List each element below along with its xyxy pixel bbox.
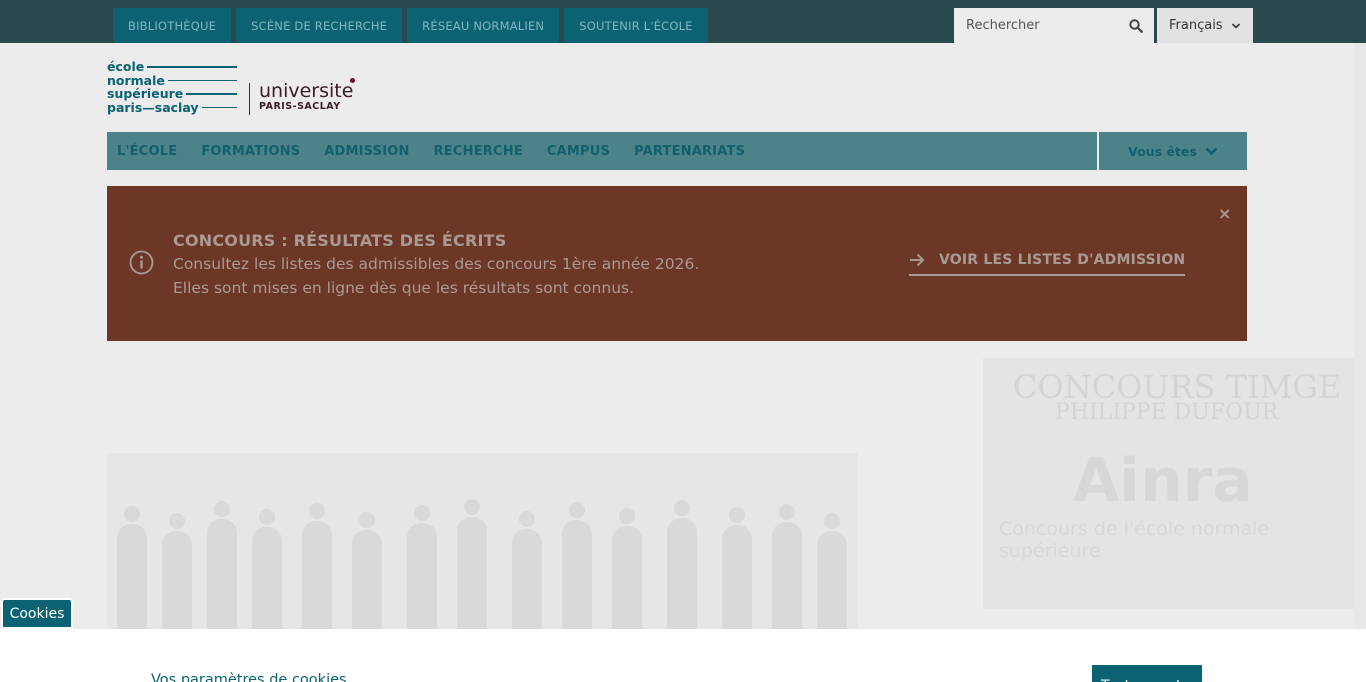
ens-logo: école normale supérieure paris—saclay bbox=[107, 60, 237, 114]
site-logo[interactable]: école normale supérieure paris—saclay un… bbox=[107, 60, 359, 118]
vous-etes-dropdown[interactable]: Vous êtes bbox=[1099, 132, 1247, 170]
promo-text: Concours de l'école normale supérieure bbox=[999, 518, 1270, 562]
photo-figure bbox=[252, 509, 282, 629]
admission-lists-label: VOIR LES LISTES D'ADMISSION bbox=[939, 252, 1186, 268]
nav-item-admission[interactable]: ADMISSION bbox=[324, 144, 409, 159]
top-bar: BIBLIOTHÈQUE SCÈNE DE RECHERCHE RÉSEAU N… bbox=[0, 0, 1366, 43]
ens-logo-line: école bbox=[107, 60, 237, 74]
photo-figure bbox=[562, 502, 592, 629]
language-selector[interactable]: Français bbox=[1157, 8, 1253, 43]
photo-figure bbox=[457, 499, 487, 629]
alert-title: CONCOURS : RÉSULTATS DES ÉCRITS bbox=[173, 231, 507, 250]
photo-figure bbox=[667, 500, 697, 629]
chevron-down-icon bbox=[1231, 22, 1240, 29]
photo-figure bbox=[772, 504, 802, 629]
hero-image bbox=[107, 453, 858, 629]
info-icon bbox=[129, 250, 154, 275]
toplink-bibliotheque[interactable]: BIBLIOTHÈQUE bbox=[113, 8, 232, 43]
alert-text-line: Elles sont mises en ligne dès que les ré… bbox=[173, 279, 635, 297]
photo-figure bbox=[117, 506, 147, 629]
photo-figure bbox=[302, 503, 332, 629]
photo-figure bbox=[352, 512, 382, 629]
cookie-settings-title: Vos paramètres de cookies bbox=[151, 672, 347, 682]
photo-figure bbox=[207, 501, 237, 629]
page-content: école normale supérieure paris—saclay un… bbox=[0, 43, 1366, 629]
search-box[interactable]: Rechercher bbox=[954, 8, 1154, 43]
concours-promo[interactable]: CONCOURS TIMGE PHILIPPE DUFOUR Ainra Con… bbox=[983, 358, 1366, 609]
nav-item-formations[interactable]: FORMATIONS bbox=[201, 144, 300, 159]
photo-figure bbox=[612, 508, 642, 629]
search-button[interactable] bbox=[1118, 8, 1154, 43]
logo-divider bbox=[249, 83, 250, 115]
nav-item-partenariats[interactable]: PARTENARIATS bbox=[634, 144, 745, 159]
page-scrollbar[interactable] bbox=[1354, 43, 1366, 629]
photo-figure bbox=[512, 511, 542, 629]
accept-all-button[interactable]: Tout accepter bbox=[1092, 665, 1202, 682]
ens-logo-line: supérieure bbox=[107, 87, 237, 101]
main-nav: L'ÉCOLE FORMATIONS ADMISSION RECHERCHE C… bbox=[107, 132, 1097, 170]
cookie-panel: Vos paramètres de cookies Tout accepter bbox=[0, 629, 1366, 682]
toplink-soutenir-ecole[interactable]: SOUTENIR L'ÉCOLE bbox=[564, 8, 708, 43]
promo-subtitle: PHILIPPE DUFOUR bbox=[1055, 400, 1279, 425]
universite-logo: universite PARIS-SACLAY bbox=[259, 78, 355, 112]
promo-brand: Ainra bbox=[1073, 446, 1253, 516]
nav-item-recherche[interactable]: RECHERCHE bbox=[434, 144, 523, 159]
ens-logo-line: paris—saclay bbox=[107, 100, 237, 115]
close-icon[interactable]: × bbox=[1218, 204, 1231, 223]
chevron-down-icon bbox=[1205, 147, 1218, 155]
nav-item-ecole[interactable]: L'ÉCOLE bbox=[117, 144, 177, 159]
logo-dot bbox=[350, 78, 355, 83]
search-icon bbox=[1129, 18, 1143, 33]
photo-figure bbox=[162, 513, 192, 629]
vous-etes-label: Vous êtes bbox=[1128, 143, 1197, 159]
admission-alert: CONCOURS : RÉSULTATS DES ÉCRITS Consulte… bbox=[107, 186, 1247, 341]
admission-lists-link[interactable]: VOIR LES LISTES D'ADMISSION bbox=[909, 252, 1186, 276]
photo-figure bbox=[407, 505, 437, 629]
nav-item-campus[interactable]: CAMPUS bbox=[547, 144, 610, 159]
photo-figure bbox=[722, 507, 752, 629]
alert-text-line: Consultez les listes des admissibles des… bbox=[173, 255, 700, 273]
photo-figure bbox=[817, 513, 847, 629]
ens-logo-line: normale bbox=[107, 73, 237, 88]
arrow-right-icon bbox=[910, 253, 925, 267]
language-label: Français bbox=[1169, 18, 1223, 33]
toplink-reseau-normalien[interactable]: RÉSEAU NORMALIEN bbox=[407, 8, 560, 43]
top-links: BIBLIOTHÈQUE SCÈNE DE RECHERCHE RÉSEAU N… bbox=[113, 8, 708, 43]
universite-sub: PARIS-SACLAY bbox=[259, 101, 341, 112]
universite-name: universite bbox=[259, 80, 354, 102]
cookies-tab[interactable]: Cookies bbox=[1, 598, 73, 629]
toplink-scene-de-recherche[interactable]: SCÈNE DE RECHERCHE bbox=[236, 8, 403, 43]
search-input[interactable]: Rechercher bbox=[966, 18, 1118, 33]
